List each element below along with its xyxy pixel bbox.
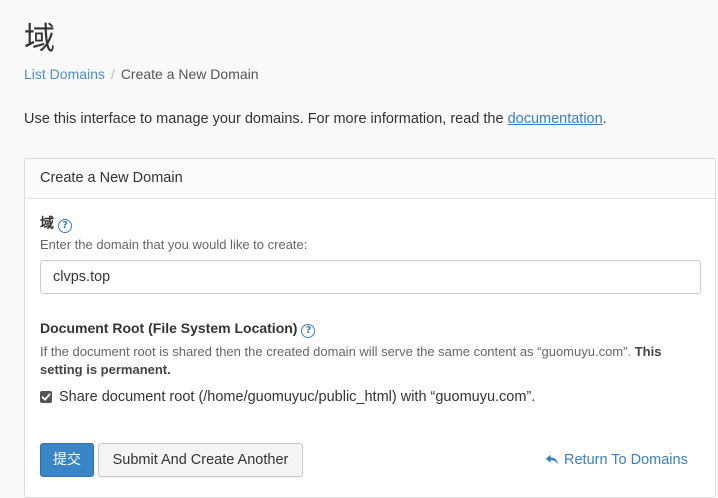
question-circle-icon[interactable]: ? [301, 324, 316, 338]
intro-suffix: . [602, 111, 607, 127]
docroot-hint-text: If the document root is shared then the … [40, 344, 635, 359]
domain-hint: Enter the domain that you would like to … [40, 237, 308, 252]
docroot-label: Document Root (File System Location)? [40, 319, 316, 338]
check-icon [41, 393, 51, 401]
panel-heading: Create a New Domain [25, 159, 715, 199]
domain-label: 域? [40, 214, 72, 233]
question-circle-icon[interactable]: ? [58, 219, 72, 233]
documentation-link[interactable]: documentation [508, 111, 603, 127]
share-docroot-row: Share document root (/home/guomuyuc/publ… [40, 388, 535, 406]
return-to-domains-label: Return To Domains [564, 452, 688, 468]
docroot-hint: If the document root is shared then the … [40, 343, 705, 379]
breadcrumb: List Domains / Create a New Domain [24, 65, 259, 83]
submit-button[interactable]: 提交 [40, 443, 94, 477]
domain-input[interactable] [40, 260, 701, 294]
breadcrumb-separator: / [110, 66, 115, 82]
breadcrumb-current: Create a New Domain [120, 66, 259, 82]
page-title: 域 [24, 21, 55, 57]
create-domain-panel: Create a New Domain 域? Enter the domain … [24, 158, 716, 498]
intro-text: Use this interface to manage your domain… [24, 110, 607, 128]
breadcrumb-list-domains-link[interactable]: List Domains [24, 66, 105, 82]
reply-arrow-icon [545, 454, 558, 465]
intro-body: Use this interface to manage your domain… [24, 111, 508, 127]
share-docroot-checkbox[interactable] [40, 391, 52, 403]
docroot-label-text: Document Root (File System Location) [40, 320, 298, 336]
return-to-domains-link[interactable]: Return To Domains [545, 451, 688, 469]
submit-and-create-another-button[interactable]: Submit And Create Another [98, 443, 303, 477]
share-docroot-label: Share document root (/home/guomuyuc/publ… [59, 389, 536, 405]
domain-label-text: 域 [40, 216, 54, 232]
